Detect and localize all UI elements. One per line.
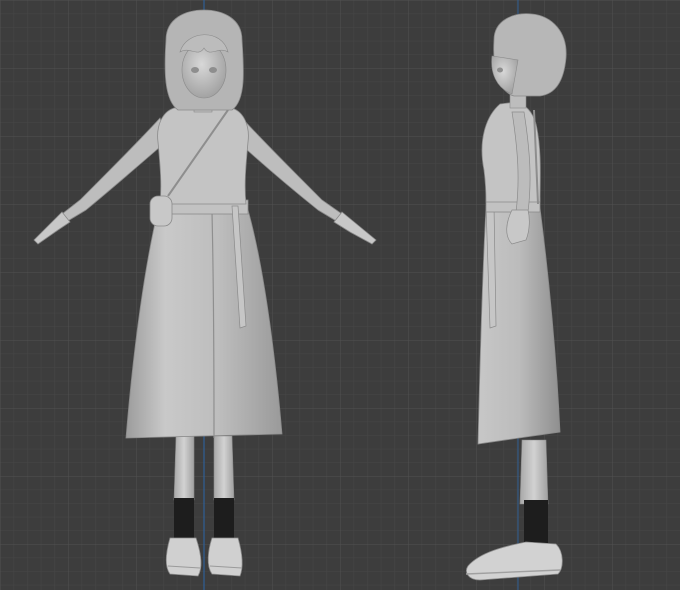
left-leg <box>173 435 195 501</box>
side-leg <box>519 439 549 505</box>
side-sock <box>524 500 548 546</box>
side-hand <box>506 209 530 245</box>
right-shoe <box>207 537 243 577</box>
torso <box>157 107 249 205</box>
right-sock <box>214 498 234 542</box>
left-shoe <box>165 537 202 577</box>
viewport-canvas[interactable] <box>0 0 680 590</box>
viewport-grid <box>0 0 680 590</box>
side-torso <box>481 101 541 203</box>
3d-viewport[interactable] <box>0 0 680 590</box>
shoulder-bag <box>149 195 173 227</box>
right-leg <box>213 435 235 501</box>
left-sock <box>174 498 194 542</box>
